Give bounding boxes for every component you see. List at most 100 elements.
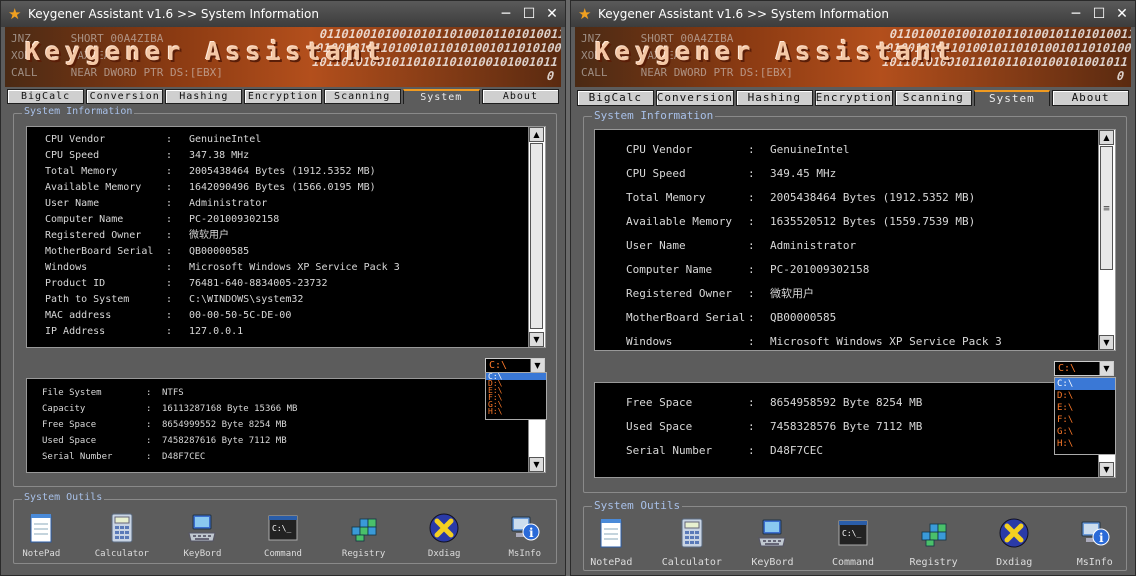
table-row: Registered Owner: 微软用户 xyxy=(45,230,229,241)
keyboard-icon xyxy=(756,517,788,549)
calculator-icon xyxy=(107,513,137,543)
title-bar[interactable]: ★ Keygener Assistant v1.6 >> System Info… xyxy=(571,1,1135,27)
close-button[interactable]: ✕ xyxy=(543,5,561,23)
title-bar[interactable]: ★ Keygener Assistant v1.6 >> System Info… xyxy=(1,1,565,27)
registry-icon xyxy=(918,517,950,549)
drive-select-value: C:\ xyxy=(1058,363,1077,374)
table-row: Windows: Microsoft Windows XP Service Pac… xyxy=(626,335,1002,348)
command-button[interactable]: C:\_ Command xyxy=(243,513,324,559)
star-icon: ★ xyxy=(578,5,592,23)
calculator-button[interactable]: Calculator xyxy=(82,513,163,559)
system-info-scrollbar[interactable]: ▲ ≡ ▼ xyxy=(1098,130,1115,350)
dxdiag-button[interactable]: Dxdiag xyxy=(404,513,485,559)
app-window-right: ★ Keygener Assistant v1.6 >> System Info… xyxy=(570,0,1136,576)
maximize-button[interactable]: ☐ xyxy=(520,5,538,23)
tab-conversion[interactable]: Conversion xyxy=(86,89,164,104)
svg-text:i: i xyxy=(529,526,534,540)
minimize-button[interactable]: ─ xyxy=(1067,5,1085,23)
close-button[interactable]: ✕ xyxy=(1113,5,1131,23)
group-label: System Information xyxy=(592,109,716,122)
table-row: User Name: Administrator xyxy=(45,198,268,209)
disk-info-table: File System: NTFS Capacity:16113287168 By… xyxy=(27,385,297,465)
tab-bigcalc[interactable]: BigCalc xyxy=(577,90,654,106)
tab-encryption[interactable]: Encryption xyxy=(244,89,322,104)
minimize-button[interactable]: ─ xyxy=(497,5,515,23)
scroll-up-button[interactable]: ▲ xyxy=(1099,130,1114,145)
maximize-button[interactable]: ☐ xyxy=(1090,5,1108,23)
disk-info-panel[interactable]: File System: NTFS Capacity:16113287168 By… xyxy=(26,378,546,473)
dxdiag-button[interactable]: Dxdiag xyxy=(974,517,1055,568)
table-row: Used Space:7458287616 Byte 7112 MB xyxy=(42,436,287,446)
command-icon: C:\_ xyxy=(837,517,869,549)
drive-option-d[interactable]: D:\ xyxy=(1055,390,1115,402)
calculator-icon xyxy=(676,517,708,549)
msinfo-button[interactable]: i MsInfo xyxy=(1054,517,1135,568)
table-row: CPU Speed:347.38 MHz xyxy=(45,150,250,161)
app-window-left: ★ Keygener Assistant v1.6 >> System Info… xyxy=(0,0,566,576)
system-info-table: CPU Vendor: GenuineIntel CPU Speed:349.45… xyxy=(595,138,1002,350)
table-row: Used Space:7458328576 Byte 7112 MB xyxy=(626,420,923,433)
tab-conversion[interactable]: Conversion xyxy=(655,90,734,106)
table-row: Free Space:8654958592 Byte 8254 MB xyxy=(626,396,923,409)
drive-option-h[interactable]: H:\ xyxy=(486,408,546,416)
table-row: Path to System: C:\WINDOWS\system32 xyxy=(45,294,304,305)
chevron-down-icon[interactable]: ▼ xyxy=(530,359,544,372)
drive-option-c[interactable]: C:\ xyxy=(1055,378,1115,390)
drive-option-g[interactable]: G:\ xyxy=(1055,426,1115,438)
scroll-down-button[interactable]: ▼ xyxy=(529,332,544,347)
tab-system[interactable]: System xyxy=(402,89,480,104)
calculator-button[interactable]: Calculator xyxy=(652,517,733,568)
msinfo-button[interactable]: i MsInfo xyxy=(484,513,565,559)
scroll-thumb[interactable] xyxy=(530,143,543,329)
tools-bar: NotePad Calculator KeyBord C:\_ Command … xyxy=(1,513,565,559)
disk-info-panel[interactable]: Free Space:8654958592 Byte 8254 MB Used … xyxy=(594,382,1116,478)
drive-select[interactable]: C:\ ▼ xyxy=(1054,361,1114,376)
registry-button[interactable]: Registry xyxy=(323,513,404,559)
disk-info-table: Free Space:8654958592 Byte 8254 MB Used … xyxy=(595,391,922,463)
table-row: Total Memory:2005438464 Bytes (1912.5352… xyxy=(626,191,976,204)
dxdiag-icon xyxy=(998,517,1030,549)
command-button[interactable]: C:\_ Command xyxy=(813,517,894,568)
group-label: System Outils xyxy=(592,499,683,512)
svg-text:i: i xyxy=(1099,531,1104,545)
drive-option-e[interactable]: E:\ xyxy=(1055,402,1115,414)
notepad-button[interactable]: NotePad xyxy=(571,517,652,568)
table-row: CPU Vendor: GenuineIntel xyxy=(45,134,262,145)
tab-bigcalc[interactable]: BigCalc xyxy=(7,89,85,104)
keyboard-button[interactable]: KeyBord xyxy=(162,513,243,559)
scroll-up-button[interactable]: ▲ xyxy=(529,127,544,142)
keyboard-button[interactable]: KeyBord xyxy=(732,517,813,568)
tab-about[interactable]: About xyxy=(481,89,559,104)
tab-about[interactable]: About xyxy=(1052,90,1129,106)
registry-button[interactable]: Registry xyxy=(893,517,974,568)
drive-select[interactable]: C:\ ▼ xyxy=(485,358,545,373)
notepad-button[interactable]: NotePad xyxy=(1,513,82,559)
system-info-panel[interactable]: CPU Vendor: GenuineIntel CPU Speed:349.45… xyxy=(594,129,1116,351)
tab-hashing[interactable]: Hashing xyxy=(735,90,813,106)
scroll-thumb[interactable]: ≡ xyxy=(1100,146,1113,270)
msinfo-icon: i xyxy=(1079,517,1111,549)
app-logo: Keygener Assistant xyxy=(595,37,956,66)
star-icon: ★ xyxy=(8,5,22,23)
chevron-down-icon[interactable]: ▼ xyxy=(1099,362,1113,375)
system-info-panel[interactable]: CPU Vendor: GenuineIntel CPU Speed:347.38… xyxy=(26,126,546,348)
system-info-scrollbar[interactable]: ▲ ▼ xyxy=(528,127,545,347)
tab-hashing[interactable]: Hashing xyxy=(165,89,243,104)
tab-scanning[interactable]: Scanning xyxy=(323,89,401,104)
tools-bar: NotePad Calculator KeyBord C:\_ Command … xyxy=(571,517,1135,568)
scroll-down-button[interactable]: ▼ xyxy=(1099,462,1114,477)
group-label: System Outils xyxy=(22,492,105,503)
command-icon: C:\_ xyxy=(268,513,298,543)
tab-system[interactable]: System xyxy=(973,90,1051,106)
tab-scanning[interactable]: Scanning xyxy=(894,90,972,106)
scroll-down-button[interactable]: ▼ xyxy=(1099,335,1114,350)
window-title: Keygener Assistant v1.6 >> System Inform… xyxy=(28,7,319,21)
table-row: Available Memory:1642090496 Bytes (1566.… xyxy=(45,182,376,193)
notepad-icon xyxy=(26,513,56,543)
table-row: CPU Speed:349.45 MHz xyxy=(626,167,837,180)
scroll-down-button[interactable]: ▼ xyxy=(529,457,544,472)
dxdiag-icon xyxy=(429,513,459,543)
drive-option-h[interactable]: H:\ xyxy=(1055,438,1115,450)
tab-encryption[interactable]: Encryption xyxy=(814,90,893,106)
drive-option-f[interactable]: F:\ xyxy=(1055,414,1115,426)
